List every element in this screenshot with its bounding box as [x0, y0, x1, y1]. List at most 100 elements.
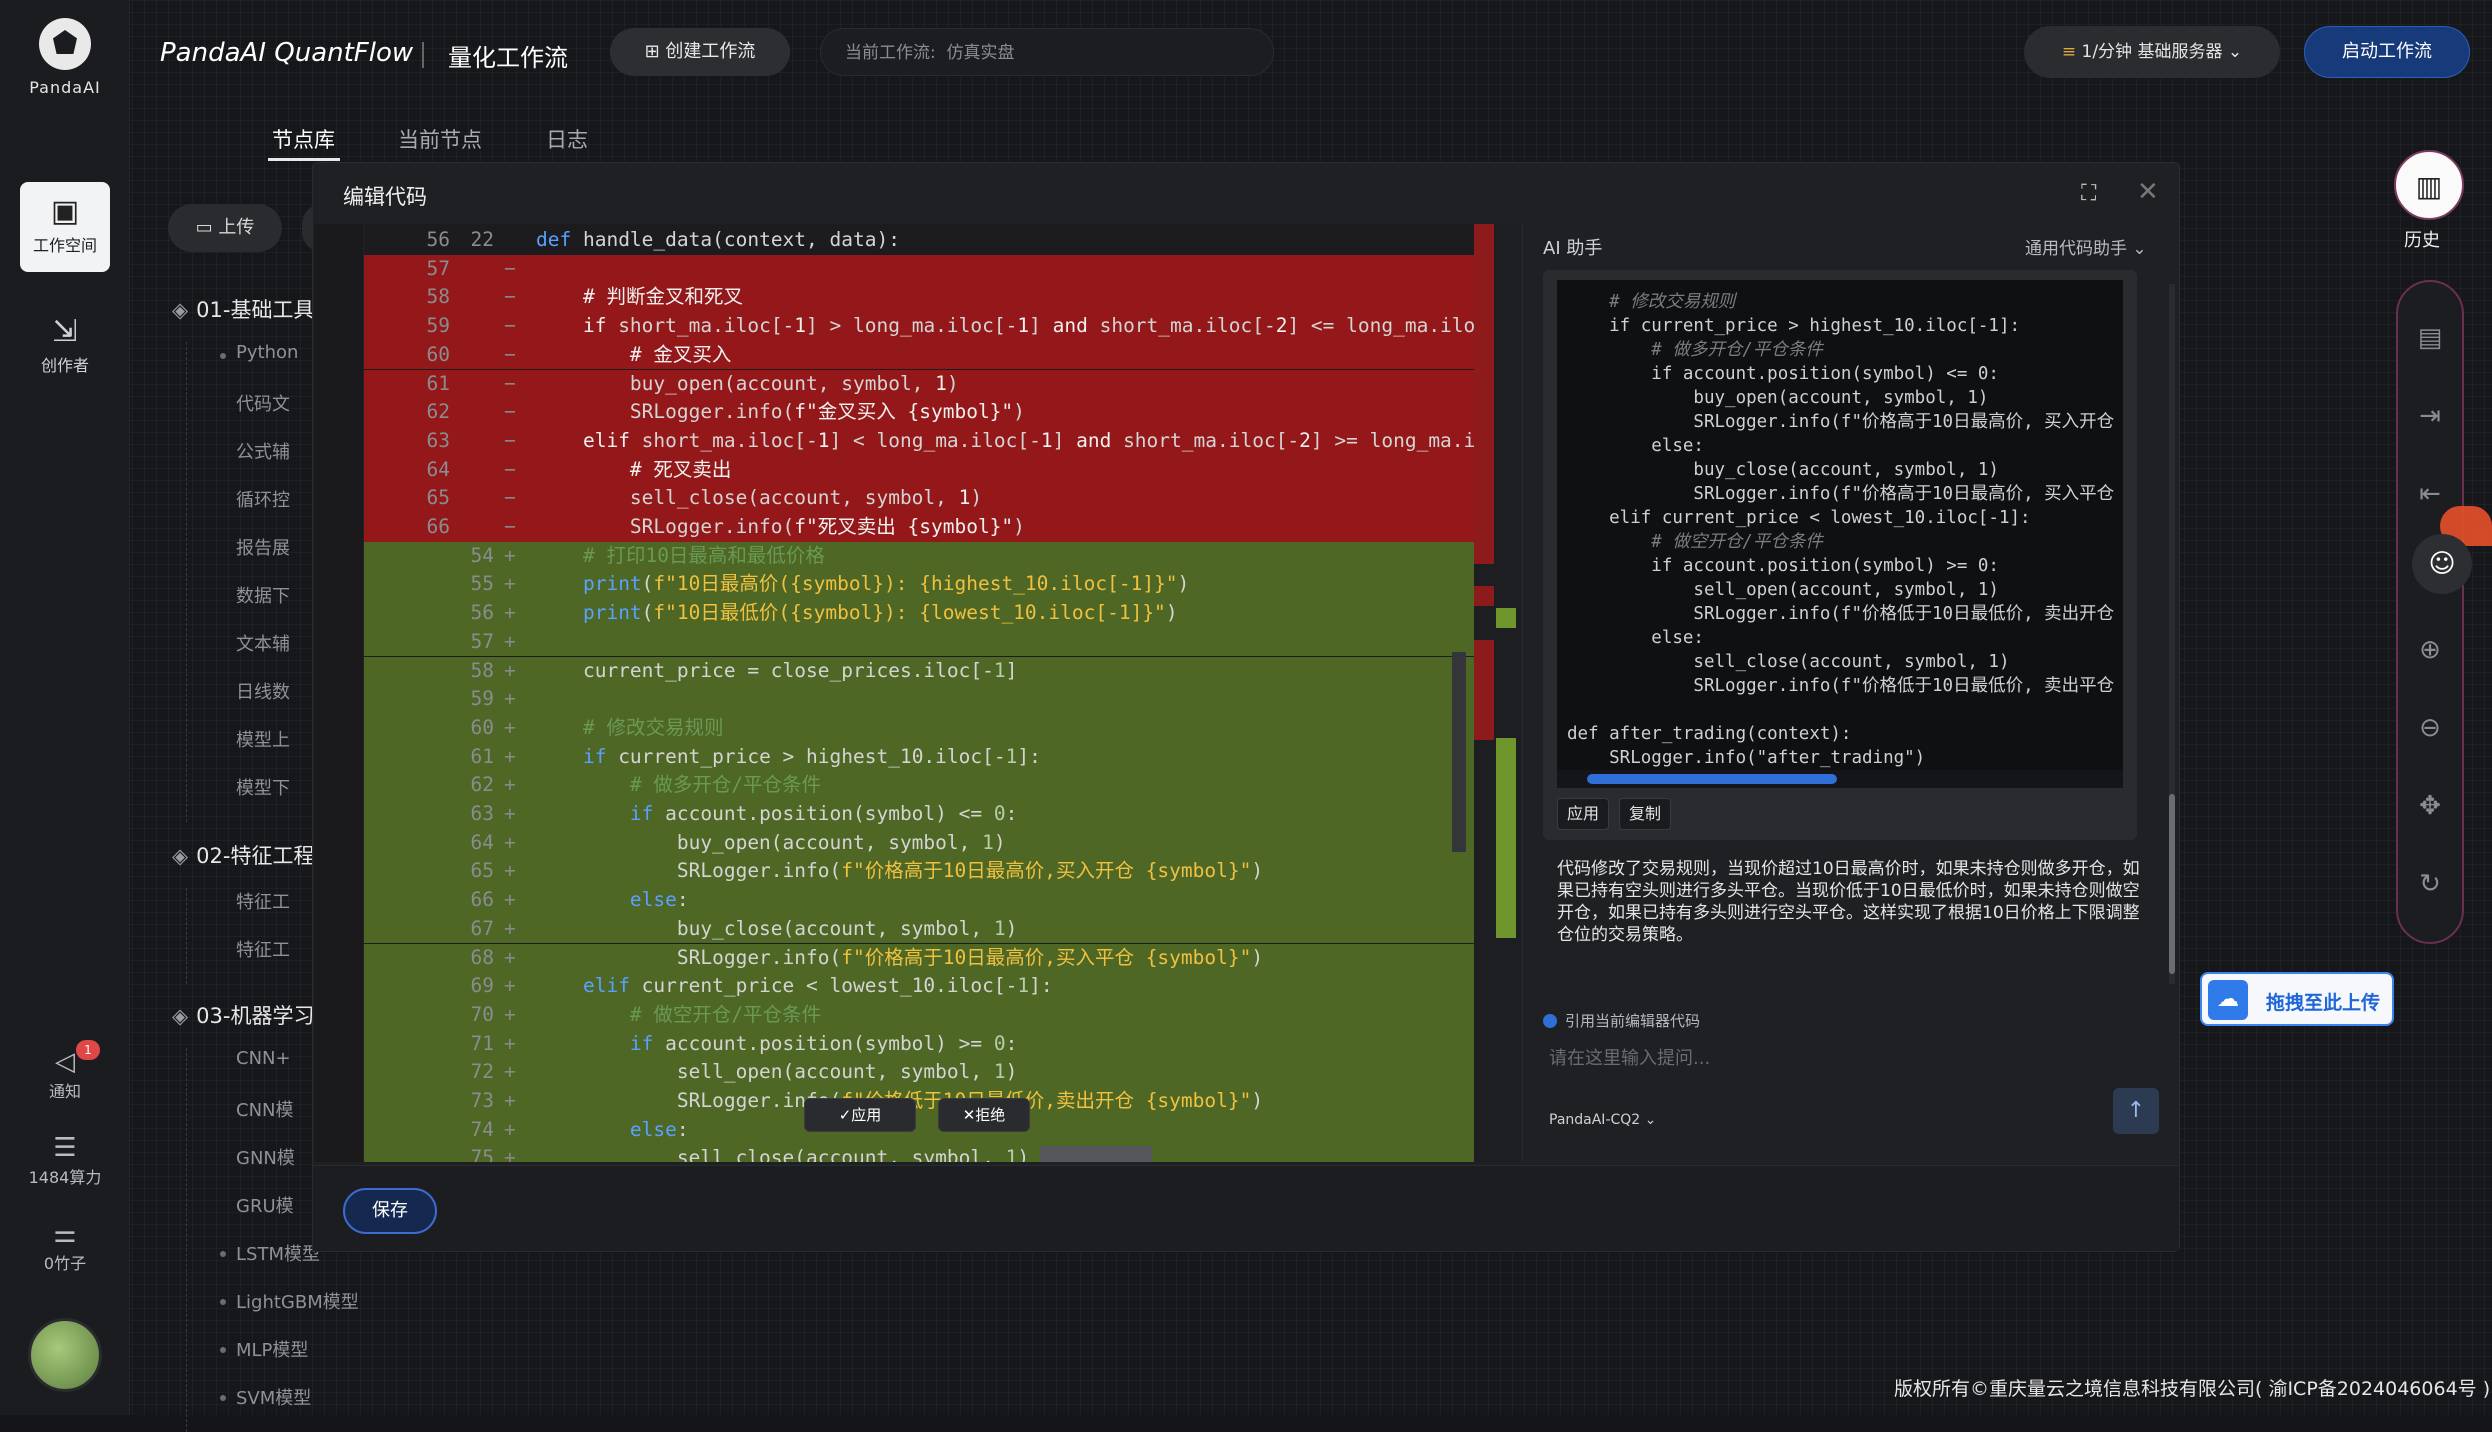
code-line[interactable]: 66 − SRLogger.info(f"死叉卖出 {symbol}"): [364, 513, 1474, 542]
fullscreen-icon[interactable]: ⛶: [2081, 181, 2096, 206]
rail-creator[interactable]: ⇲ 创作者: [20, 302, 110, 392]
server-select[interactable]: ≡ 1/分钟 基础服务器 ⌄: [2024, 26, 2280, 78]
code-line[interactable]: 74 + else:: [364, 1115, 1474, 1145]
library-item[interactable]: 公式辅: [236, 438, 322, 464]
zoom-out-icon[interactable]: ⊖: [2408, 706, 2452, 750]
library-item[interactable]: 特征工: [236, 936, 322, 962]
bamboo-icon: ⚌: [53, 1219, 77, 1249]
code-line[interactable]: 61 − buy_open(account, symbol, 1): [364, 369, 1474, 399]
library-item[interactable]: CNN模: [236, 1096, 322, 1122]
library-item[interactable]: 日线数: [236, 678, 322, 704]
library-item[interactable]: 报告展: [236, 534, 322, 560]
code-line[interactable]: 57 −: [364, 254, 1474, 284]
zoom-in-icon[interactable]: ⊕: [2408, 628, 2452, 672]
editor-scrollbar-thumb[interactable]: [1452, 652, 1466, 852]
library-item[interactable]: 模型下: [236, 774, 322, 800]
code-line[interactable]: 68 + SRLogger.info(f"价格高于10日最高价,买入平仓 {sym…: [364, 943, 1474, 973]
code-line[interactable]: 65 + SRLogger.info(f"价格高于10日最高价,买入开仓 {sym…: [364, 857, 1474, 887]
tab-current-node[interactable]: 当前节点: [398, 124, 482, 154]
ai-code-scrollbar[interactable]: [1557, 770, 2123, 788]
code-line[interactable]: 60 + # 修改交易规则: [364, 713, 1474, 743]
upload-button[interactable]: ▭ 上传: [168, 204, 282, 252]
code-line[interactable]: 62 − SRLogger.info(f"金叉买入 {symbol}"): [364, 398, 1474, 427]
code-diff-editor[interactable]: 56 22 def handle_data(context, data): 57−58…: [314, 224, 1474, 1162]
library-item[interactable]: GNN模: [236, 1144, 322, 1170]
library-item[interactable]: 循环控: [236, 486, 322, 512]
tab-node-library[interactable]: 节点库: [272, 124, 335, 154]
code-line[interactable]: 65 − sell_close(account, symbol, 1): [364, 484, 1474, 513]
rail-notify[interactable]: ◁ 1 通知: [10, 1040, 120, 1102]
quote-editor-toggle[interactable]: 引用当前编辑器代码: [1543, 1010, 1700, 1031]
save-button[interactable]: 保存: [343, 1188, 437, 1234]
code-line[interactable]: 70 + # 做空开仓/平仓条件: [364, 1000, 1474, 1030]
ai-mode-select[interactable]: 通用代码助手 ⌄: [2025, 234, 2147, 259]
history-button[interactable]: ▥: [2394, 150, 2464, 220]
library-item[interactable]: CNN+: [236, 1048, 322, 1069]
library-item[interactable]: 模型上: [236, 726, 322, 752]
library-category[interactable]: ◈ 01-基础工具: [172, 294, 322, 324]
library-item[interactable]: 代码文: [236, 390, 322, 416]
code-line[interactable]: 58 − # 判断金叉和死叉: [364, 283, 1474, 313]
library-category[interactable]: ◈ 02-特征工程: [172, 840, 322, 870]
ai-robot-button[interactable]: ☺: [2412, 534, 2472, 594]
rail-workspace[interactable]: ▣ 工作空间: [20, 182, 110, 272]
code-line[interactable]: 54 + # 打印10日最高和最低价格: [364, 541, 1474, 571]
ai-question-input[interactable]: 请在这里输入提问...: [1549, 1044, 2089, 1070]
refresh-icon[interactable]: ↻: [2408, 862, 2452, 906]
ai-model-select[interactable]: PandaAI-CQ2 ⌄: [1549, 1112, 1656, 1128]
ai-code-scrollbar-thumb[interactable]: [1587, 774, 1837, 784]
save-icon[interactable]: ▤: [2408, 316, 2452, 360]
library-item[interactable]: LSTM模型: [220, 1240, 320, 1266]
code-line[interactable]: 63 + if account.position(symbol) <= 0:: [364, 800, 1474, 829]
start-workflow-button[interactable]: 启动工作流: [2304, 26, 2470, 78]
library-item[interactable]: 特征工: [236, 888, 322, 914]
send-button[interactable]: ↑: [2113, 1088, 2159, 1134]
current-workflow-field[interactable]: 当前工作流: 仿真实盘: [820, 28, 1274, 76]
code-line[interactable]: 64 + buy_open(account, symbol, 1): [364, 828, 1474, 858]
library-item[interactable]: LightGBM模型: [220, 1288, 359, 1314]
code-line[interactable]: 59 − if short_ma.iloc[-1] > long_ma.iloc[…: [364, 312, 1474, 341]
drag-upload-widget[interactable]: ☁ 拖拽至此上传: [2200, 972, 2394, 1026]
import-icon[interactable]: ⇤: [2408, 472, 2452, 516]
code-line[interactable]: 56 + print(f"10日最低价({symbol}): {lowest_10…: [364, 599, 1474, 628]
code-line[interactable]: 64 − # 死叉卖出: [364, 455, 1474, 485]
library-item[interactable]: SVM模型: [219, 1384, 311, 1410]
reject-diff-button[interactable]: ✕拒绝: [938, 1098, 1030, 1132]
code-line[interactable]: 61 + if current_price > highest_10.iloc[-…: [364, 742, 1474, 772]
code-line[interactable]: 73 + SRLogger.info(f"价格低于10日最低价,卖出开仓 {sym…: [364, 1087, 1474, 1116]
export-icon[interactable]: ⇥: [2408, 394, 2452, 438]
diff-overview-ruler[interactable]: [1452, 224, 1520, 1162]
code-line[interactable]: 71 + if account.position(symbol) >= 0:: [364, 1029, 1474, 1059]
accept-diff-button[interactable]: ✓应用: [804, 1098, 916, 1132]
rail-compute[interactable]: ☰ 1484算力: [10, 1132, 120, 1188]
code-line[interactable]: 63 − elif short_ma.iloc[-1] < long_ma.ilo…: [364, 426, 1474, 456]
library-item[interactable]: GRU模: [236, 1192, 322, 1218]
code-line[interactable]: 67 + buy_close(account, symbol, 1): [364, 914, 1474, 944]
library-item[interactable]: 文本辅: [236, 630, 322, 656]
ai-apply-button[interactable]: 应用: [1557, 798, 1609, 830]
code-line[interactable]: 69 + elif current_price < lowest_10.iloc[…: [364, 972, 1474, 1001]
tab-log[interactable]: 日志: [546, 124, 588, 154]
code-line[interactable]: 56 22 def handle_data(context, data):: [364, 226, 1474, 255]
code-line[interactable]: 72 + sell_open(account, symbol, 1): [364, 1058, 1474, 1087]
move-icon[interactable]: ✥: [2408, 784, 2452, 828]
code-line[interactable]: 59 +: [364, 685, 1474, 714]
library-category[interactable]: ◈ 03-机器学习: [172, 1000, 322, 1030]
library-item[interactable]: MLP模型: [219, 1336, 308, 1362]
code-line[interactable]: 66 + else:: [364, 886, 1474, 915]
code-line[interactable]: 60 − # 金叉买入: [364, 340, 1474, 370]
close-icon[interactable]: ✕: [2137, 177, 2159, 207]
code-line[interactable]: 75 + sell_close(account, symbol, 1): [364, 1144, 1474, 1162]
library-item[interactable]: 数据下: [236, 582, 322, 608]
library-item[interactable]: Python: [219, 342, 298, 363]
code-line[interactable]: 58 + current_price = close_prices.iloc[-1…: [364, 656, 1474, 686]
avatar[interactable]: [28, 1318, 102, 1392]
code-line[interactable]: 55 + print(f"10日最高价({symbol}): {highest_1…: [364, 570, 1474, 600]
ai-scrollbar-thumb[interactable]: [2169, 794, 2175, 974]
code-line[interactable]: 62 + # 做多开仓/平仓条件: [364, 771, 1474, 800]
ai-copy-button[interactable]: 复制: [1619, 798, 1671, 830]
editor-horizontal-scrollbar[interactable]: [1040, 1146, 1152, 1162]
rail-bamboo[interactable]: ⚌ 0竹子: [10, 1218, 120, 1274]
create-workflow-button[interactable]: ⊞ 创建工作流: [610, 28, 790, 76]
code-line[interactable]: 57 +: [364, 627, 1474, 657]
